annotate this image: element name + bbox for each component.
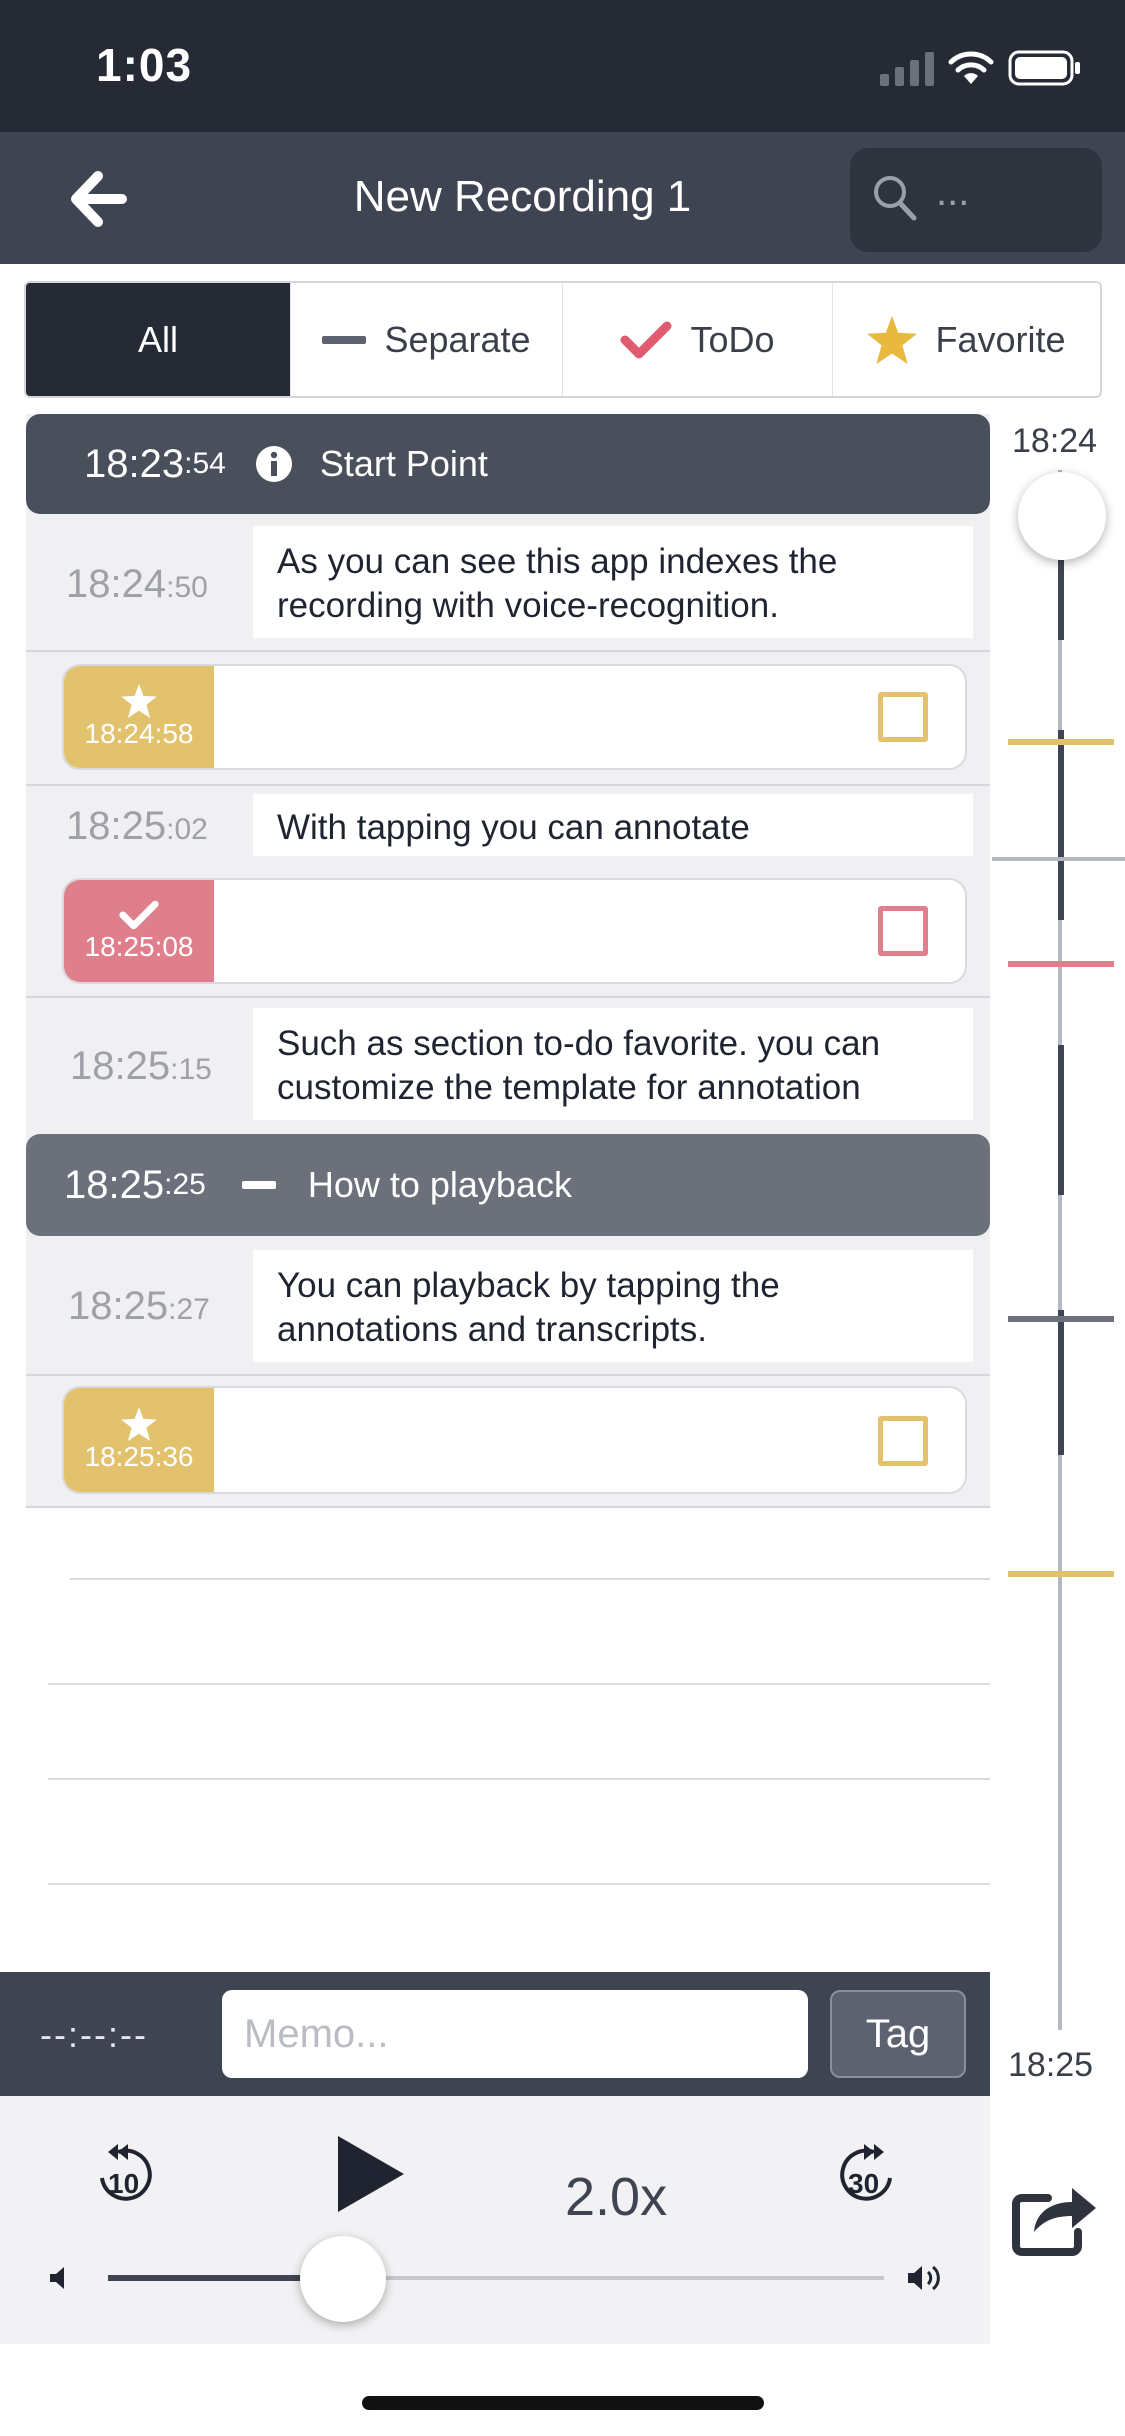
player-controls: 10 2.0x 30 xyxy=(0,2096,990,2344)
search-placeholder: ... xyxy=(936,170,970,214)
separator-icon xyxy=(322,335,367,344)
transcript-time: 18:25:15 xyxy=(70,1044,212,1088)
timeline-segment xyxy=(1058,730,1064,920)
signal-icon xyxy=(880,52,934,86)
timeline-favorite-tick xyxy=(1008,1571,1114,1577)
empty-line xyxy=(70,1578,990,1580)
section-header[interactable]: 18:23 :54 Start Point xyxy=(26,414,990,514)
filter-separate-label: Separate xyxy=(384,318,531,360)
filter-segments: All Separate ToDo Favorite xyxy=(24,281,1102,398)
filter-todo[interactable]: ToDo xyxy=(563,283,833,396)
share-icon[interactable] xyxy=(1010,2176,1100,2258)
transcript-text: You can playback by tapping the annotati… xyxy=(253,1250,973,1362)
transcript-time: 18:24:50 xyxy=(66,562,208,606)
transcript-text: With tapping you can annotate xyxy=(253,794,973,856)
row-divider xyxy=(26,1506,990,1508)
timeline-end-label: 18:25 xyxy=(1008,2046,1094,2084)
play-icon[interactable] xyxy=(336,2134,406,2214)
timeline-segment xyxy=(1058,1310,1064,1455)
memo-input[interactable] xyxy=(222,1990,808,2078)
memo-bar: --:--:-- Tag xyxy=(0,1972,990,2096)
transcript-time: 18:25:02 xyxy=(66,804,208,848)
volume-low-icon xyxy=(50,2267,64,2289)
rewind-seconds: 10 xyxy=(108,2168,140,2199)
timeline-section-tick xyxy=(1008,1316,1114,1322)
filter-separate[interactable]: Separate xyxy=(291,283,563,396)
section-time-seconds: :25 xyxy=(164,1168,206,1201)
favorite-annotation[interactable]: 18:25:36 xyxy=(62,1386,967,1494)
section-header[interactable]: 18:25 :25 How to playback xyxy=(26,1134,990,1236)
filter-todo-label: ToDo xyxy=(690,318,775,360)
forward-button[interactable]: 30 xyxy=(832,2134,904,2216)
transcript-row[interactable]: 18:25:27 You can playback by tapping the… xyxy=(26,1238,990,1374)
transcript-text: Such as section to-do favorite. you can … xyxy=(253,1008,973,1120)
memo-time: --:--:-- xyxy=(40,2014,148,2055)
annotation-time: 18:25:36 xyxy=(84,1441,194,1472)
annotation-tag: 18:25:08 xyxy=(64,880,214,982)
section-time-seconds: :54 xyxy=(184,447,226,480)
transcript-row[interactable]: 18:25:15 Such as section to-do favorite.… xyxy=(26,998,990,1130)
timeline-scrubber[interactable] xyxy=(1018,472,1106,560)
playback-speed[interactable]: 2.0x xyxy=(565,2166,667,2228)
row-divider xyxy=(26,650,990,652)
checkmark-icon xyxy=(620,321,672,358)
annotation-tag: 18:24:58 xyxy=(64,666,214,768)
transcript-time: 18:25:27 xyxy=(68,1284,210,1328)
battery-icon xyxy=(1008,50,1080,86)
filter-all[interactable]: All xyxy=(26,283,291,396)
empty-line xyxy=(48,1683,990,1685)
home-indicator xyxy=(362,2396,764,2410)
checkmark-icon xyxy=(119,900,159,930)
status-bar: 1:03 xyxy=(0,0,1125,132)
forward-seconds: 30 xyxy=(848,2168,880,2199)
transcript-row[interactable]: 18:24:50 As you can see this app indexes… xyxy=(26,514,990,650)
filter-favorite-label: Favorite xyxy=(935,318,1066,360)
search-box[interactable]: ... xyxy=(850,148,1102,252)
annotation-checkbox[interactable] xyxy=(878,906,928,956)
empty-line xyxy=(48,1778,990,1780)
star-icon xyxy=(121,1407,157,1441)
volume-slider-knob[interactable] xyxy=(300,2236,386,2322)
tag-button-label: Tag xyxy=(865,2011,931,2056)
annotation-time: 18:24:58 xyxy=(84,718,194,749)
volume-high-icon xyxy=(908,2265,940,2291)
section-label: How to playback xyxy=(307,1164,572,1205)
row-divider xyxy=(26,1374,990,1376)
section-time: 18:25 xyxy=(64,1162,165,1207)
wifi-icon xyxy=(948,51,994,84)
annotation-checkbox[interactable] xyxy=(878,1416,928,1466)
annotation-checkbox[interactable] xyxy=(878,692,928,742)
section-label: Start Point xyxy=(319,443,488,484)
timeline-favorite-tick xyxy=(1008,739,1114,745)
transcript-row[interactable]: 18:25:02 With tapping you can annotate xyxy=(26,786,990,874)
rewind-button[interactable]: 10 xyxy=(88,2134,160,2216)
annotation-time: 18:25:08 xyxy=(84,931,194,962)
timeline-segment xyxy=(1058,1045,1064,1195)
timeline-segment xyxy=(1058,560,1064,640)
favorite-annotation[interactable]: 18:24:58 xyxy=(62,664,967,770)
star-icon xyxy=(121,684,157,718)
timeline-todo-tick xyxy=(1008,961,1114,967)
timeline-section-tick xyxy=(992,857,1125,861)
search-icon xyxy=(874,176,917,221)
info-icon xyxy=(255,446,292,482)
empty-line xyxy=(48,1883,990,1885)
timeline-track[interactable] xyxy=(1058,470,1062,2030)
annotation-tag: 18:25:36 xyxy=(64,1388,214,1492)
status-time: 1:03 xyxy=(96,39,193,91)
transcript-text: As you can see this app indexes the reco… xyxy=(253,526,973,638)
tag-button[interactable]: Tag xyxy=(830,1990,966,2078)
separator-icon xyxy=(241,1181,276,1189)
filter-all-label: All xyxy=(137,318,178,360)
todo-annotation[interactable]: 18:25:08 xyxy=(62,878,967,984)
star-icon xyxy=(867,315,918,364)
timeline-start-label: 18:24 xyxy=(1012,422,1098,460)
nav-bar: New Recording 1 ... xyxy=(0,132,1125,264)
section-time: 18:23 xyxy=(84,441,185,486)
filter-favorite[interactable]: Favorite xyxy=(833,283,1100,396)
